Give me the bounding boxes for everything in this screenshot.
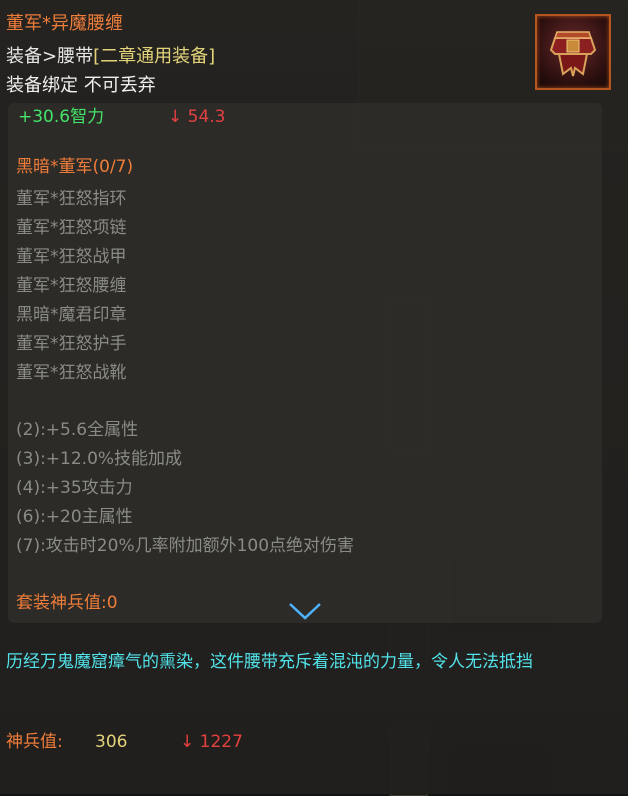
- set-piece: 黑暗*魔君印章: [16, 305, 127, 325]
- set-bonus: (3):+12.0%技能加成: [16, 449, 183, 469]
- power-value: 306: [95, 732, 128, 752]
- belt-icon: [535, 14, 611, 90]
- set-power-value: 套装神兵值:0: [16, 593, 118, 613]
- item-tooltip: 董军*异魔腰缠 装备>腰带[二章通用装备] 装备绑定 不可丢弃 +30.6智力 …: [0, 0, 628, 794]
- item-description: 历经万鬼魔窟瘴气的熏染，这件腰带充斥着混沌的力量，令人无法抵挡: [6, 652, 533, 672]
- set-bonus: (7):攻击时20%几率附加额外100点绝对伤害: [16, 536, 355, 556]
- set-bonus-list: (2):+5.6全属性 (3):+12.0%技能加成 (4):+35攻击力 (6…: [16, 416, 354, 561]
- stat-compare-diff: ↓ 54.3: [168, 107, 226, 127]
- set-piece: 董军*狂怒指环: [16, 189, 127, 209]
- set-piece: 董军*狂怒项链: [16, 218, 127, 238]
- power-label: 神兵值:: [6, 732, 63, 752]
- power-compare-diff: ↓ 1227: [180, 732, 243, 752]
- set-title: 黑暗*董军(0/7): [16, 157, 134, 177]
- set-piece: 董军*狂怒战甲: [16, 247, 127, 267]
- set-bonus: (2):+5.6全属性: [16, 420, 139, 440]
- expand-chevron-icon[interactable]: [240, 600, 370, 620]
- item-type-prefix: 装备>腰带: [6, 46, 94, 67]
- set-piece: 董军*狂怒战靴: [16, 363, 127, 383]
- set-piece: 董军*狂怒腰缠: [16, 276, 127, 296]
- set-piece-list: 董军*狂怒指环 董军*狂怒项链 董军*狂怒战甲 董军*狂怒腰缠 黑暗*魔君印章 …: [16, 185, 127, 388]
- item-binding: 装备绑定 不可丢弃: [6, 75, 156, 96]
- set-bonus: (4):+35攻击力: [16, 478, 133, 498]
- set-piece: 董军*狂怒护手: [16, 334, 127, 354]
- item-type: 装备>腰带[二章通用装备]: [6, 45, 215, 69]
- main-stat: +30.6智力: [18, 107, 105, 127]
- item-type-tag: [二章通用装备]: [93, 46, 216, 67]
- set-bonus: (6):+20主属性: [16, 507, 133, 527]
- item-name: 董军*异魔腰缠: [6, 13, 123, 34]
